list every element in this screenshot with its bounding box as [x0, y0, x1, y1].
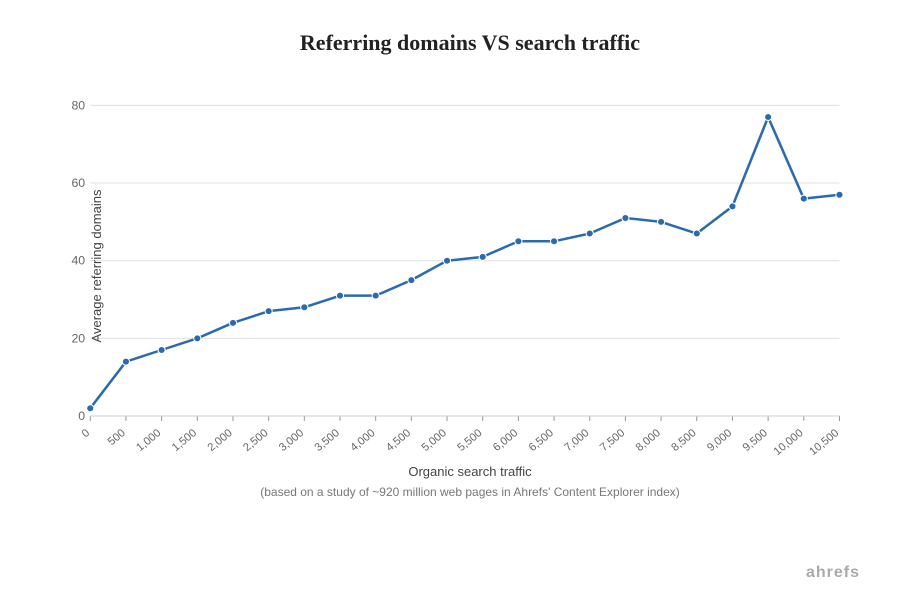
svg-text:5,500: 5,500 [455, 427, 484, 454]
svg-text:7,000: 7,000 [562, 427, 591, 454]
svg-text:5,000: 5,000 [420, 427, 449, 454]
svg-text:4,500: 4,500 [384, 427, 413, 454]
svg-text:4,000: 4,000 [348, 427, 377, 454]
svg-text:10,000: 10,000 [772, 427, 806, 458]
chart-container: Referring domains VS search traffic Aver… [0, 0, 900, 600]
svg-text:3,000: 3,000 [277, 427, 306, 454]
chart-svg: 02040608005001,0001,5002,0002,5003,0003,… [80, 76, 860, 456]
chart-area: Average referring domains 02040608005001… [80, 76, 860, 456]
svg-text:1,000: 1,000 [134, 427, 163, 454]
svg-text:3,500: 3,500 [313, 427, 342, 454]
svg-text:0: 0 [80, 427, 93, 440]
svg-text:80: 80 [71, 99, 85, 113]
svg-text:7,500: 7,500 [598, 427, 627, 454]
svg-text:6,500: 6,500 [527, 427, 556, 454]
svg-text:9,000: 9,000 [705, 427, 734, 454]
svg-text:60: 60 [71, 176, 85, 190]
svg-text:2,000: 2,000 [206, 427, 235, 454]
svg-text:20: 20 [71, 331, 85, 345]
svg-text:1,500: 1,500 [170, 427, 199, 454]
footer-note: (based on a study of ~920 million web pa… [80, 485, 860, 499]
svg-text:2,500: 2,500 [241, 427, 270, 454]
ahrefs-logo: ahrefs [806, 564, 860, 582]
svg-text:40: 40 [71, 254, 85, 268]
svg-text:8,000: 8,000 [634, 427, 663, 454]
svg-text:10,500: 10,500 [807, 427, 841, 458]
svg-text:8,500: 8,500 [669, 427, 698, 454]
chart-title: Referring domains VS search traffic [80, 30, 860, 56]
svg-text:6,000: 6,000 [491, 427, 520, 454]
y-axis-label: Average referring domains [89, 190, 104, 343]
svg-text:0: 0 [78, 409, 85, 423]
x-axis-label: Organic search traffic [80, 464, 860, 479]
svg-text:9,500: 9,500 [741, 427, 770, 454]
svg-text:500: 500 [106, 427, 128, 448]
